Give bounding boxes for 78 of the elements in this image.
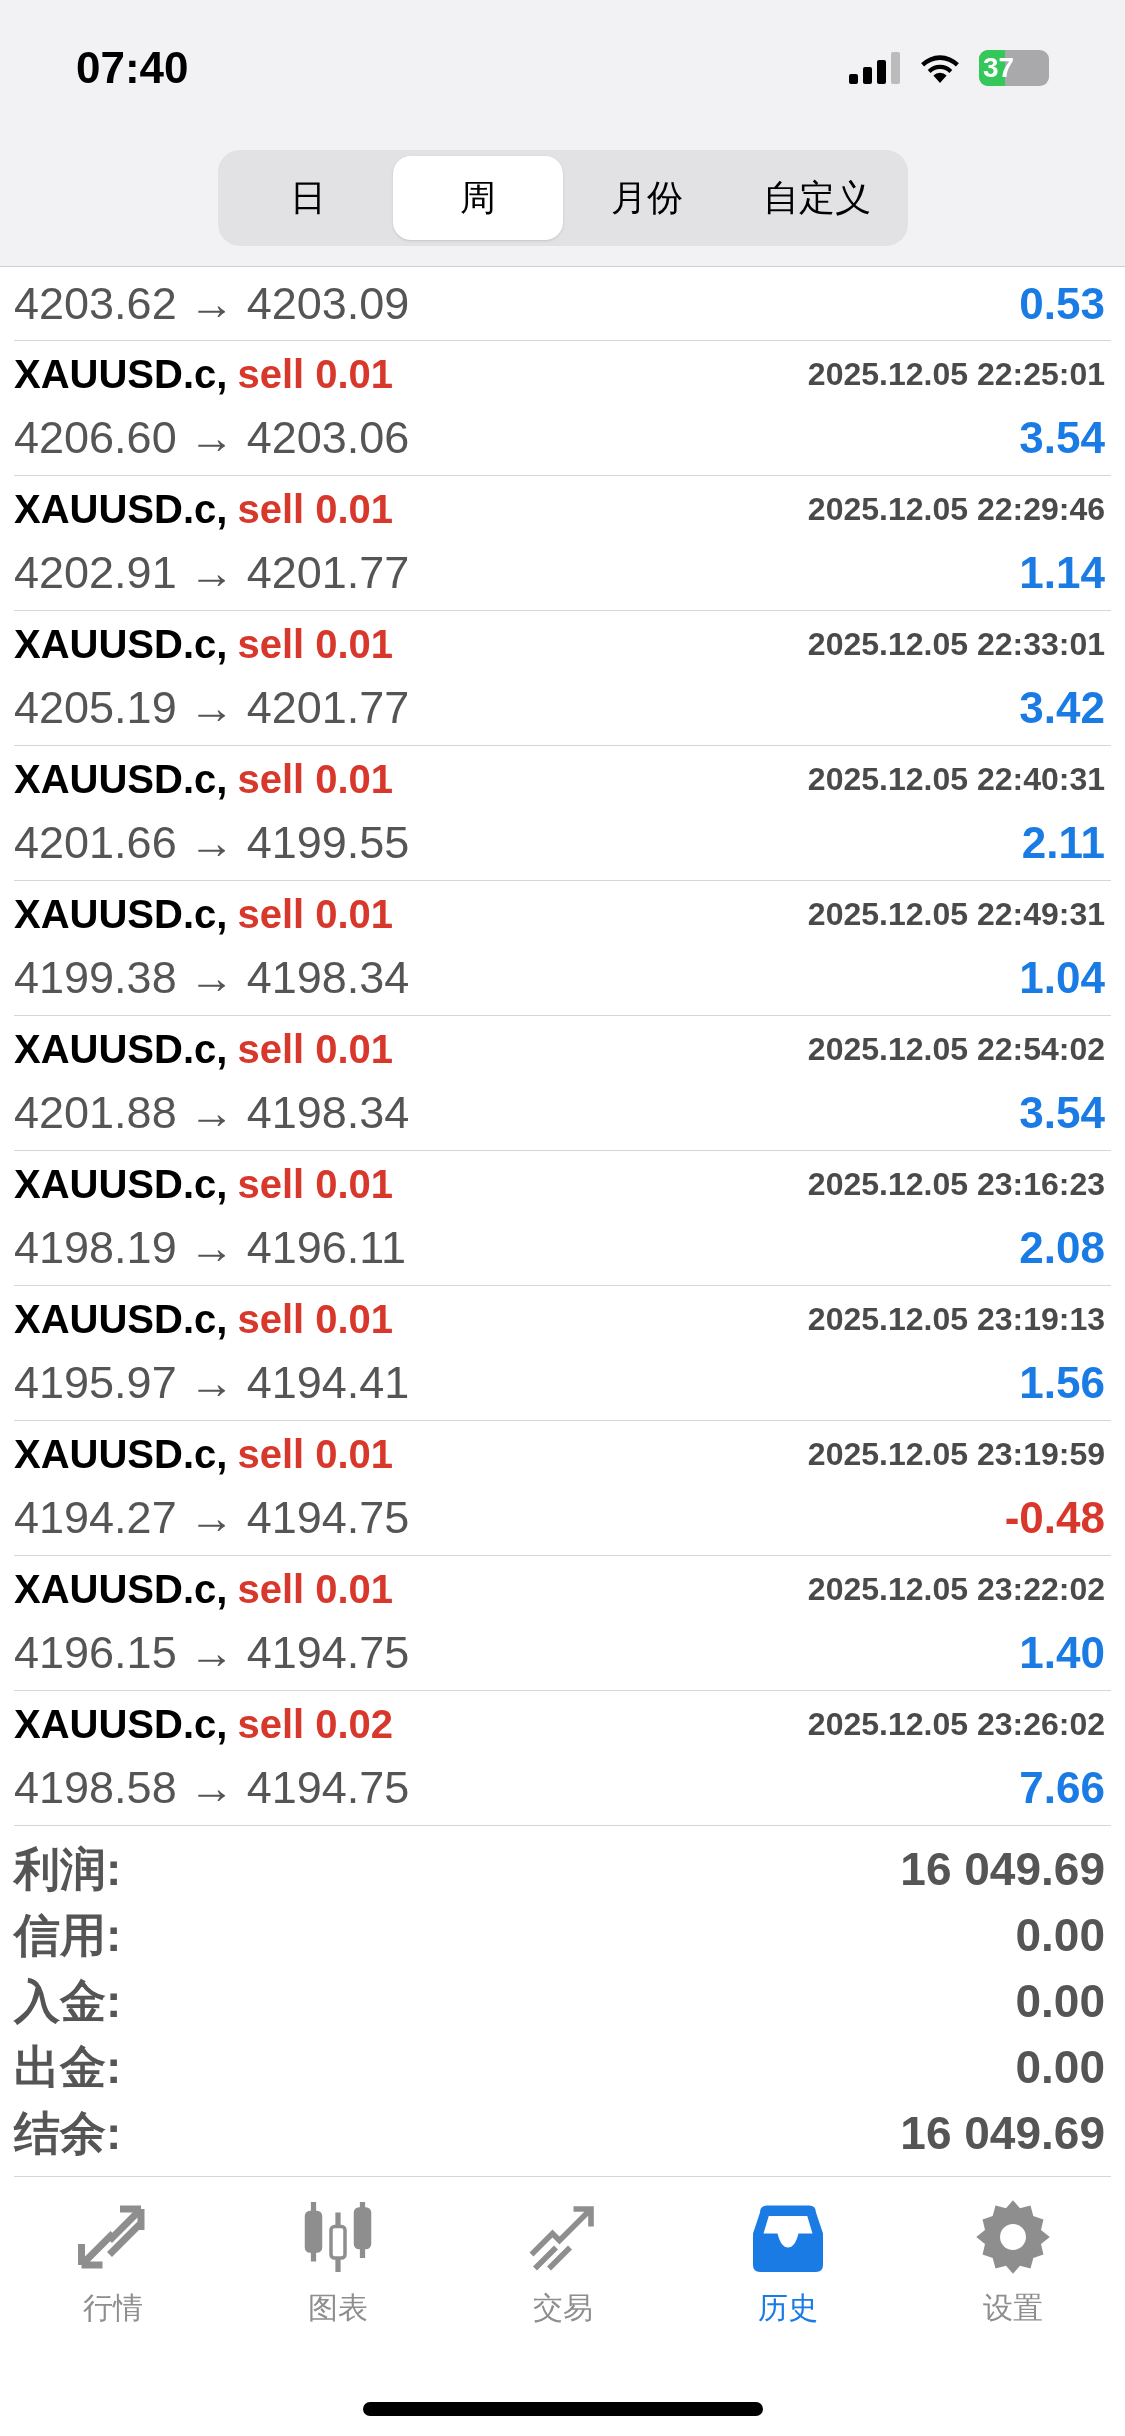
trade-time: 2025.12.05 22:29:46 bbox=[807, 490, 1106, 530]
symbol-label: XAUUSD.c, bbox=[14, 1296, 228, 1344]
trade-time: 2025.12.05 22:33:01 bbox=[807, 625, 1106, 665]
status-time: 07:40 bbox=[76, 41, 189, 94]
trade-side: sell 0.01 bbox=[237, 1161, 394, 1209]
symbol-label: XAUUSD.c, bbox=[14, 486, 228, 534]
trade-side: sell 0.02 bbox=[237, 1701, 394, 1749]
price-range: 4195.97 → 4194.41 bbox=[14, 1356, 410, 1411]
trade-side: sell 0.01 bbox=[237, 1566, 394, 1614]
profit-value: 3.54 bbox=[1019, 412, 1106, 464]
tab-bar-item[interactable]: 行情 bbox=[0, 2195, 225, 2330]
symbol-label: XAUUSD.c, bbox=[14, 1161, 228, 1209]
price-range: 4206.60 → 4203.06 bbox=[14, 411, 410, 466]
trade-time: 2025.12.05 22:49:31 bbox=[807, 895, 1106, 935]
profit-value: 1.56 bbox=[1019, 1357, 1106, 1409]
profit-value: 7.66 bbox=[1019, 1762, 1106, 1814]
period-tab[interactable]: 月份 bbox=[562, 156, 732, 240]
price-range: 4205.19 → 4201.77 bbox=[14, 681, 410, 736]
trade-time: 2025.12.05 23:19:59 bbox=[807, 1435, 1106, 1475]
profit-value: 3.42 bbox=[1019, 682, 1106, 734]
profit-value: 2.08 bbox=[1019, 1222, 1106, 1274]
profit-value: 2.11 bbox=[1021, 817, 1106, 869]
trade-side: sell 0.01 bbox=[237, 351, 394, 399]
tab-bar-item[interactable]: 图表 bbox=[225, 2195, 450, 2330]
symbol-label: XAUUSD.c, bbox=[14, 891, 228, 939]
period-tab[interactable]: 周 bbox=[393, 156, 563, 240]
tab-bar-item[interactable]: 设置 bbox=[900, 2195, 1125, 2330]
summary-value: 16 049.69 bbox=[900, 1841, 1106, 1897]
symbol-label: XAUUSD.c, bbox=[14, 1026, 228, 1074]
profit-value: 3.54 bbox=[1019, 1087, 1106, 1139]
trade-time: 2025.12.05 23:22:02 bbox=[807, 1570, 1106, 1610]
summary-label: 利润: bbox=[14, 1841, 122, 1897]
trade-time: 2025.12.05 23:26:02 bbox=[807, 1705, 1106, 1745]
summary-label: 信用: bbox=[14, 1907, 122, 1963]
trade-time: 2025.12.05 23:19:13 bbox=[807, 1300, 1106, 1340]
profit-value: 1.14 bbox=[1019, 547, 1106, 599]
trade-side: sell 0.01 bbox=[237, 891, 394, 939]
profit-value: -0.48 bbox=[1004, 1492, 1106, 1544]
trade-side: sell 0.01 bbox=[237, 1296, 394, 1344]
symbol-label: XAUUSD.c, bbox=[14, 756, 228, 804]
trade-time: 2025.12.05 22:40:31 bbox=[807, 760, 1106, 800]
period-tab[interactable]: 日 bbox=[223, 156, 393, 240]
symbol-label: XAUUSD.c, bbox=[14, 1431, 228, 1479]
summary-label: 出金: bbox=[14, 2039, 122, 2095]
trade-side: sell 0.01 bbox=[237, 486, 394, 534]
trade-time: 2025.12.05 23:16:23 bbox=[807, 1165, 1106, 1205]
price-range: 4201.88 → 4198.34 bbox=[14, 1086, 410, 1141]
summary-value: 0.00 bbox=[1015, 1973, 1106, 2029]
price-range: 4202.91 → 4201.77 bbox=[14, 546, 410, 601]
symbol-label: XAUUSD.c, bbox=[14, 1566, 228, 1614]
trade-side: sell 0.01 bbox=[237, 1026, 394, 1074]
symbol-label: XAUUSD.c, bbox=[14, 1701, 228, 1749]
period-tab[interactable]: 自定义 bbox=[732, 156, 902, 240]
tab-bar-item[interactable]: 历史 bbox=[675, 2195, 900, 2330]
trade-side: sell 0.01 bbox=[237, 1431, 394, 1479]
trade-side: sell 0.01 bbox=[237, 756, 394, 804]
signal-icon bbox=[849, 51, 901, 84]
tab-bar-item[interactable]: 交易 bbox=[450, 2195, 675, 2330]
price-range: 4196.15 → 4194.75 bbox=[14, 1626, 410, 1681]
profit-value: 0.53 bbox=[1019, 277, 1106, 330]
symbol-label: XAUUSD.c, bbox=[14, 351, 228, 399]
summary-label: 入金: bbox=[14, 1973, 122, 2029]
price-range: 4198.19 → 4196.11 bbox=[14, 1221, 406, 1276]
price-range: 4199.38 → 4198.34 bbox=[14, 951, 410, 1006]
summary-label: 结余: bbox=[14, 2105, 122, 2161]
summary-value: 0.00 bbox=[1015, 1907, 1106, 1963]
trade-time: 2025.12.05 22:54:02 bbox=[807, 1030, 1106, 1070]
symbol-label: XAUUSD.c, bbox=[14, 621, 228, 669]
price-range: 4201.66 → 4199.55 bbox=[14, 816, 410, 871]
price-range: 4198.58 → 4194.75 bbox=[14, 1761, 410, 1816]
trade-side: sell 0.01 bbox=[237, 621, 394, 669]
profit-value: 1.04 bbox=[1019, 952, 1106, 1004]
summary-value: 0.00 bbox=[1015, 2039, 1106, 2095]
profit-value: 1.40 bbox=[1019, 1627, 1106, 1679]
trade-time: 2025.12.05 22:25:01 bbox=[807, 355, 1106, 395]
summary-value: 16 049.69 bbox=[900, 2105, 1106, 2161]
price-range: 4194.27 → 4194.75 bbox=[14, 1491, 410, 1546]
price-range: 4203.62 → 4203.09 bbox=[14, 276, 410, 331]
